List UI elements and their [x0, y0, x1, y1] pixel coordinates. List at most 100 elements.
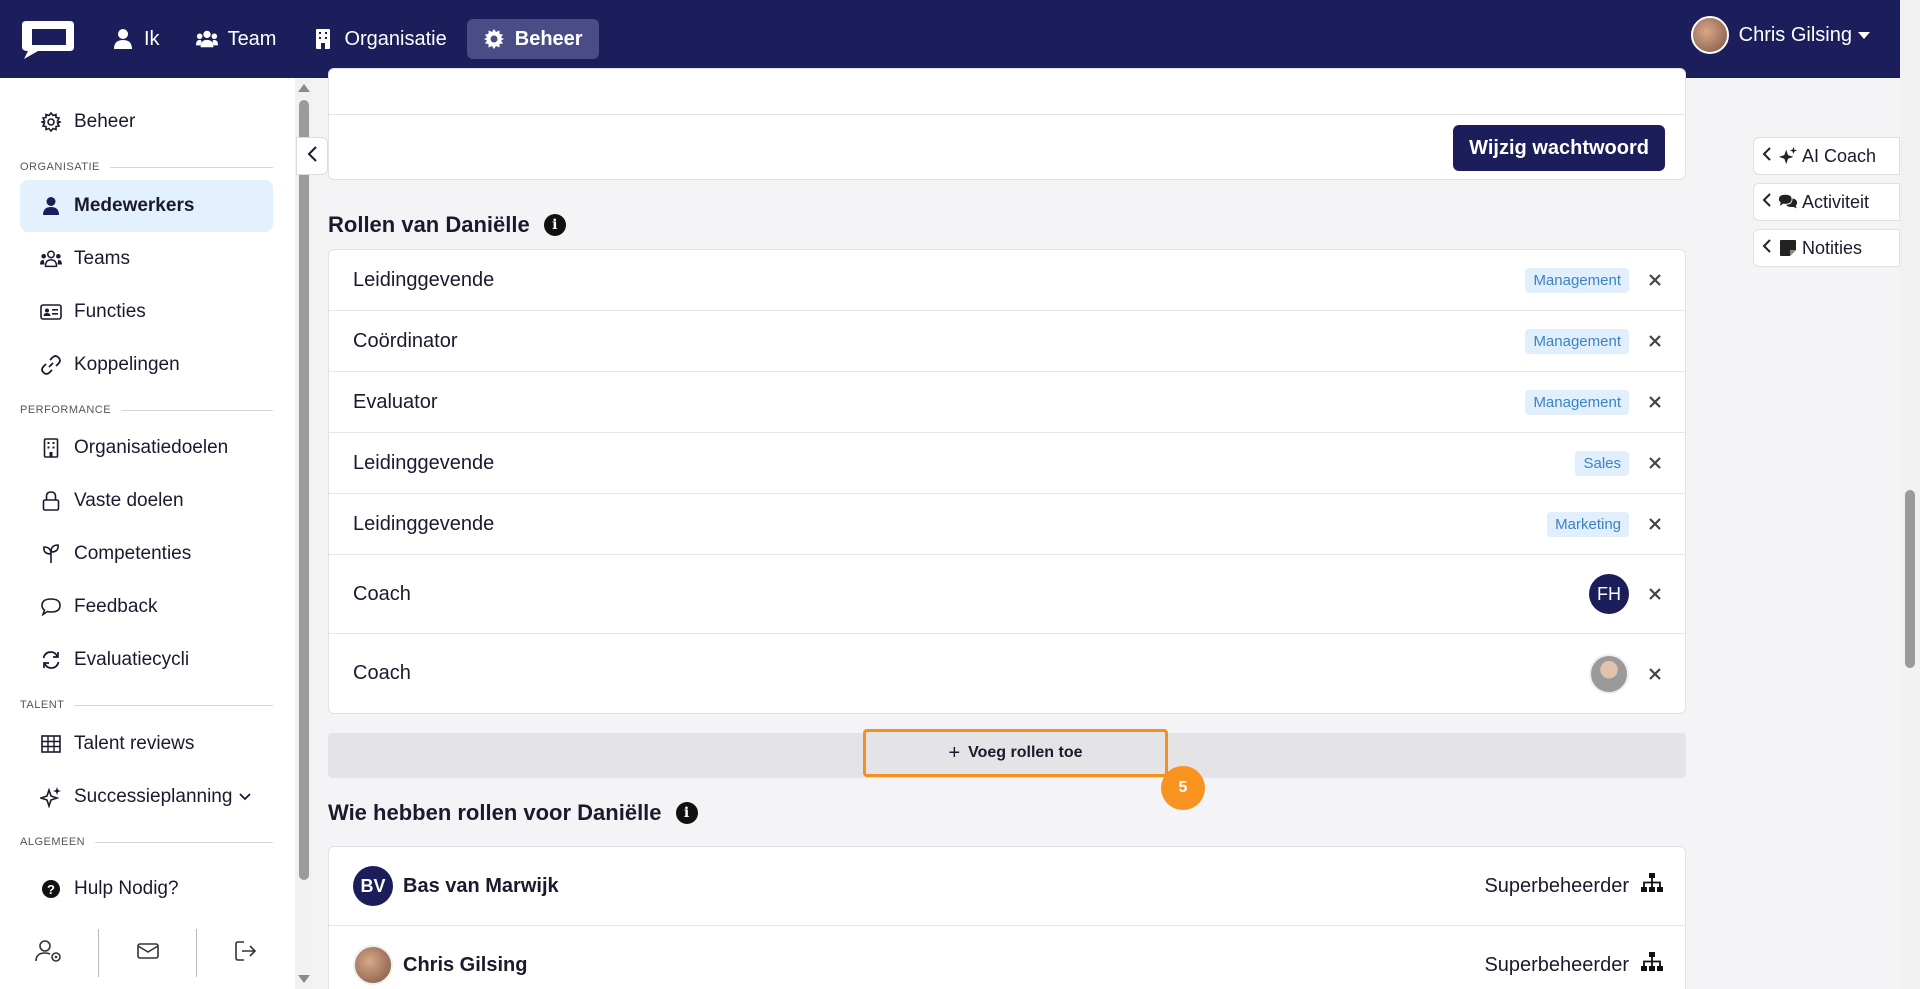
link-icon — [40, 354, 62, 376]
close-icon — [1649, 396, 1661, 408]
roles-list: Leidinggevende Management Coördinator Ma… — [328, 249, 1686, 714]
nav-team[interactable]: Team — [180, 19, 293, 59]
page-scrollbar[interactable] — [1900, 0, 1920, 989]
sidebar-item-functies[interactable]: Functies — [20, 286, 273, 338]
users-icon — [40, 248, 62, 270]
section-label-talent: TALENT — [20, 699, 273, 711]
refresh-icon — [40, 649, 62, 671]
lock-icon — [40, 490, 62, 512]
role-scope-badge: Management — [1525, 389, 1629, 415]
caret-down-icon — [1858, 31, 1870, 39]
tab-activiteit[interactable]: Activiteit — [1753, 183, 1900, 221]
sidebar-item-successieplanning[interactable]: Successieplanning — [20, 771, 273, 823]
remove-role-button[interactable] — [1645, 392, 1665, 412]
envelope-icon — [136, 942, 160, 965]
add-roles-bar: + Voeg rollen toe — [328, 729, 1686, 778]
sidebar-scrollbar-thumb[interactable] — [299, 100, 309, 880]
sidebar-item-beheer[interactable]: Beheer — [20, 96, 273, 148]
holder-avatar: BV — [353, 866, 393, 906]
sidebar: Beheer ORGANISATIE Medewerkers Teams Fun… — [0, 78, 295, 989]
seedling-icon — [40, 543, 62, 565]
building-icon — [312, 28, 334, 50]
table-icon — [40, 733, 62, 755]
hierarchy-icon[interactable] — [1641, 952, 1663, 978]
info-icon[interactable]: i — [543, 214, 566, 236]
change-password-button[interactable]: Wijzig wachtwoord — [1453, 125, 1665, 171]
user-settings-button[interactable] — [0, 929, 98, 977]
close-icon — [1649, 667, 1661, 680]
sidebar-item-teams[interactable]: Teams — [20, 233, 273, 285]
remove-role-button[interactable] — [1645, 270, 1665, 290]
close-icon — [1649, 588, 1661, 600]
user-icon — [40, 195, 62, 217]
scroll-down-arrow-icon[interactable] — [298, 975, 310, 983]
role-scope-badge: Marketing — [1547, 511, 1629, 537]
sidebar-item-hulp[interactable]: ? Hulp Nodig? — [20, 863, 273, 915]
nav-beheer[interactable]: Beheer — [466, 19, 599, 59]
card-divider — [329, 114, 1685, 115]
coachee-avatar[interactable]: FH — [1589, 574, 1629, 614]
role-row: Coach — [329, 634, 1685, 713]
page-scrollbar-thumb[interactable] — [1905, 490, 1915, 668]
role-name: Coördinator — [353, 329, 458, 352]
remove-role-button[interactable] — [1645, 664, 1665, 684]
holder-role: Superbeheerder — [1484, 953, 1629, 976]
sidebar-item-feedback[interactable]: Feedback — [20, 581, 273, 633]
role-name: Coach — [353, 582, 411, 605]
remove-role-button[interactable] — [1645, 331, 1665, 351]
collapse-sidebar-button[interactable] — [296, 137, 328, 175]
sidebar-item-talent-reviews[interactable]: Talent reviews — [20, 718, 273, 770]
sidebar-item-medewerkers[interactable]: Medewerkers — [20, 180, 273, 232]
messages-button[interactable] — [99, 929, 197, 977]
sidebar-scrollbar[interactable] — [295, 78, 313, 989]
role-name: Leidinggevende — [353, 268, 495, 291]
logout-button[interactable] — [197, 929, 295, 977]
chevron-left-icon — [306, 145, 318, 168]
app-logo[interactable] — [18, 19, 76, 59]
gear-icon — [483, 28, 505, 50]
top-navigation: Ik Team Organisatie Beheer Chris Gilsing — [0, 0, 1900, 78]
building-icon — [40, 437, 62, 459]
comment-icon — [40, 596, 62, 618]
close-icon — [1649, 274, 1661, 286]
close-icon — [1649, 457, 1661, 469]
role-row: Leidinggevende Management — [329, 250, 1685, 311]
close-icon — [1649, 335, 1661, 347]
sticky-note-icon — [1778, 238, 1798, 258]
chevron-down-icon — [238, 786, 252, 808]
info-icon[interactable]: i — [675, 802, 698, 824]
coachee-photo-avatar[interactable] — [1589, 653, 1629, 694]
remove-role-button[interactable] — [1645, 453, 1665, 473]
sidebar-item-competenties[interactable]: Competenties — [20, 528, 273, 580]
id-card-icon — [40, 301, 62, 323]
chevron-left-icon — [1762, 146, 1772, 167]
plus-icon: + — [948, 741, 961, 764]
sidebar-item-evaluatiecycli[interactable]: Evaluatiecycli — [20, 634, 273, 686]
role-scope-badge: Management — [1525, 267, 1629, 293]
role-holders-list: BV Bas van Marwijk Superbeheerder Chris … — [328, 846, 1686, 989]
tab-ai-coach[interactable]: AI Coach — [1753, 137, 1900, 175]
holder-name[interactable]: Bas van Marwijk — [403, 875, 559, 898]
section-label-performance: PERFORMANCE — [20, 404, 273, 416]
roles-section-title: Rollen van Daniëlle i — [328, 212, 566, 238]
role-row: Evaluator Management — [329, 372, 1685, 433]
remove-role-button[interactable] — [1645, 514, 1665, 534]
section-label-organisatie: ORGANISATIE — [20, 161, 273, 173]
remove-role-button[interactable] — [1645, 584, 1665, 604]
role-name: Leidinggevende — [353, 512, 495, 535]
holder-name[interactable]: Chris Gilsing — [403, 954, 527, 977]
nav-ik[interactable]: Ik — [96, 19, 176, 59]
scroll-up-arrow-icon[interactable] — [298, 84, 310, 92]
add-roles-button[interactable]: + Voeg rollen toe — [863, 729, 1168, 777]
sidebar-item-koppelingen[interactable]: Koppelingen — [20, 339, 273, 391]
close-icon — [1649, 518, 1661, 530]
user-menu[interactable]: Chris Gilsing — [1690, 16, 1870, 54]
nav-organisatie[interactable]: Organisatie — [296, 19, 462, 59]
hierarchy-icon[interactable] — [1641, 873, 1663, 899]
sidebar-item-organisatiedoelen[interactable]: Organisatiedoelen — [20, 422, 273, 474]
sidebar-item-vaste-doelen[interactable]: Vaste doelen — [20, 475, 273, 527]
role-row: Coach FH — [329, 555, 1685, 634]
sparkles-icon — [40, 786, 62, 808]
gear-icon — [40, 111, 62, 133]
tab-notities[interactable]: Notities — [1753, 229, 1900, 267]
